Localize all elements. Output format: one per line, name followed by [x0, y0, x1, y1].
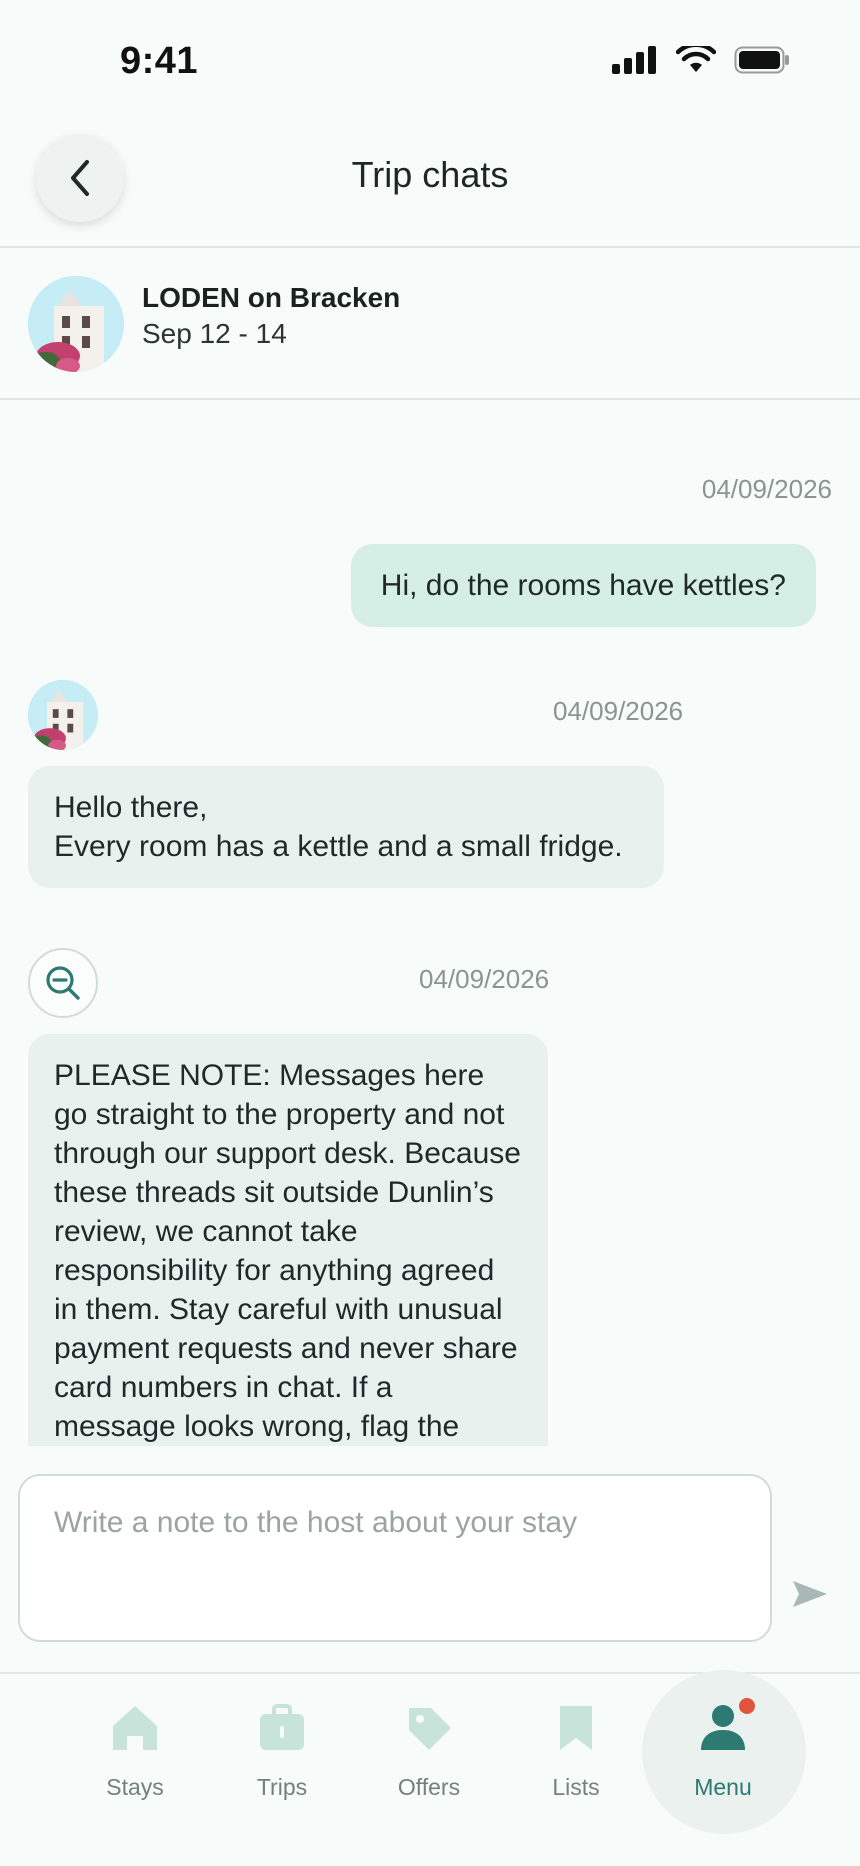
- trip-header[interactable]: LODEN on Bracken Sep 12 - 14: [0, 248, 860, 400]
- message-bubble-notice: PLEASE NOTE: Messages here go straight t…: [28, 1034, 548, 1446]
- nav-label: Lists: [552, 1774, 600, 1800]
- tag-icon: [409, 1708, 451, 1750]
- top-bar: Trip chats: [0, 110, 860, 248]
- nav-item-offers[interactable]: Offers: [359, 1674, 499, 1866]
- message-composer: [18, 1474, 772, 1642]
- bookmark-icon: [560, 1706, 592, 1750]
- wifi-icon: [676, 46, 716, 72]
- nav-item-lists[interactable]: Lists: [506, 1674, 646, 1866]
- message-timestamp: 04/09/2026: [701, 474, 832, 504]
- message-timestamp: 04/09/2026: [553, 696, 684, 726]
- property-avatar-small: [28, 680, 98, 750]
- send-icon: [793, 1581, 827, 1607]
- message-bubble-outgoing: Hi, do the rooms have kettles?: [350, 544, 816, 627]
- status-time: 9:41: [120, 40, 199, 82]
- nav-label: Menu: [694, 1774, 752, 1800]
- signal-icon: [612, 46, 656, 74]
- page-title: Trip chats: [351, 154, 509, 195]
- notice-avatar: [28, 948, 98, 1018]
- nav-label: Trips: [256, 1774, 308, 1800]
- nav-item-menu[interactable]: Menu: [653, 1674, 793, 1866]
- property-avatar: [28, 276, 124, 372]
- nav-item-stays[interactable]: Stays: [65, 1674, 205, 1866]
- send-button[interactable]: [790, 1576, 830, 1612]
- nav-label: Offers: [397, 1774, 461, 1800]
- message-bubble-incoming: Hello there, Every room has a kettle and…: [28, 766, 664, 888]
- bottom-nav: Stays Trips Offers Lists Menu: [0, 1670, 860, 1866]
- status-icons: [612, 46, 790, 74]
- briefcase-icon: [260, 1704, 304, 1750]
- status-bar: 9:41: [0, 0, 860, 110]
- nav-label: Stays: [106, 1774, 164, 1800]
- chat-thread[interactable]: 04/09/2026 Hi, do the rooms have kettles…: [0, 400, 860, 1446]
- nav-item-trips[interactable]: Trips: [212, 1674, 352, 1866]
- message-timestamp: 04/09/2026: [419, 964, 550, 994]
- home-icon: [113, 1706, 157, 1750]
- search-minus-icon: [46, 966, 80, 1000]
- battery-icon: [734, 46, 789, 74]
- property-name: LODEN on Bracken: [142, 282, 401, 313]
- notification-badge: [739, 1698, 755, 1714]
- message-input[interactable]: [20, 1476, 770, 1640]
- trip-dates: Sep 12 - 14: [142, 318, 287, 349]
